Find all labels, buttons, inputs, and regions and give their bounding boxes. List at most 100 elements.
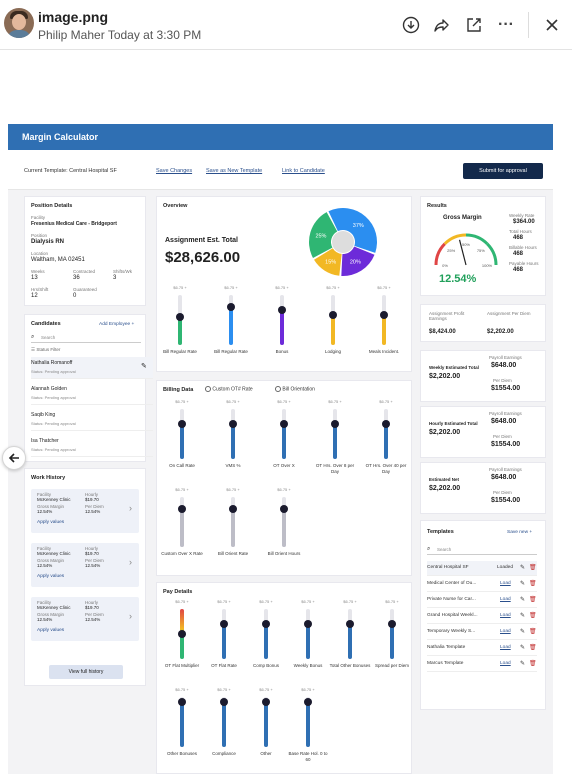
work-history-item[interactable]: Facility McKenney Clinic Hourly $19.70 Gross… (31, 489, 139, 533)
delete-icon[interactable]: 🗑 (529, 580, 537, 587)
chevron-right-icon[interactable]: › (129, 557, 132, 567)
slider-control[interactable]: $6.75 + Bill Orient Rate (218, 487, 248, 567)
slider-handle[interactable] (382, 420, 390, 428)
slider-adjust-label[interactable]: $6.75 + (318, 285, 348, 290)
slider-track[interactable] (304, 609, 312, 659)
previous-image-button[interactable] (2, 446, 26, 470)
slider-handle[interactable] (262, 620, 270, 628)
slider-handle[interactable] (229, 505, 237, 513)
edit-icon[interactable]: ✎ (141, 362, 147, 370)
save-as-new-template-link[interactable]: Save as New Template (206, 168, 262, 174)
share-icon[interactable] (431, 14, 453, 36)
slider-track[interactable] (176, 295, 184, 345)
template-row[interactable]: Nathalia Template Load ✎ 🗑 (427, 641, 537, 656)
slider-control[interactable]: $6.75 + Lodging (318, 285, 348, 365)
edit-icon[interactable]: ✎ (520, 596, 525, 603)
download-icon[interactable] (400, 14, 422, 36)
slider-adjust-label[interactable]: $6.75 + (269, 487, 299, 492)
slider-control[interactable]: $6.75 + Bill Orient Hours (268, 487, 301, 567)
slider-control[interactable]: $6.75 + Custom Over X Rate (161, 487, 203, 567)
slider-adjust-label[interactable]: $6.75 + (216, 285, 246, 290)
slider-track[interactable] (262, 697, 270, 747)
template-search-input[interactable]: ⌕ Search (427, 545, 537, 555)
slider-track[interactable] (220, 697, 228, 747)
slider-control[interactable]: $6.75 + Meals Incident. (369, 285, 399, 365)
slider-track[interactable] (278, 295, 286, 345)
slider-handle[interactable] (304, 698, 312, 706)
more-options-icon[interactable]: ··· (495, 14, 517, 36)
slider-handle[interactable] (278, 306, 286, 314)
slider-adjust-label[interactable]: $6.75 + (251, 599, 281, 604)
candidate-row[interactable]: Isa Thatcher Status: Pending approval (31, 435, 153, 457)
slider-control[interactable]: $6.75 + OT Over X (269, 399, 299, 479)
open-external-icon[interactable] (463, 14, 485, 36)
slider-control[interactable]: $6.75 + Comp Bonus (251, 599, 281, 679)
slider-control[interactable]: $6.75 + Bill Regular Rate (163, 285, 197, 365)
slider-track[interactable] (280, 409, 288, 459)
template-row[interactable]: Marcus Template Load ✎ 🗑 (427, 657, 537, 672)
slider-handle[interactable] (346, 620, 354, 628)
slider-adjust-label[interactable]: $6.75 + (293, 687, 323, 692)
apply-values-link[interactable]: Apply values (37, 628, 64, 633)
slider-adjust-label[interactable]: $6.75 + (335, 599, 365, 604)
slider-track[interactable] (280, 497, 288, 547)
slider-adjust-label[interactable]: $6.75 + (165, 285, 195, 290)
slider-track[interactable] (229, 409, 237, 459)
edit-icon[interactable]: ✎ (520, 612, 525, 619)
slider-track[interactable] (382, 409, 390, 459)
candidate-row[interactable]: Nathalia Romanoff Status: Pending approva… (31, 357, 153, 379)
template-load-link[interactable]: Load (500, 629, 511, 634)
delete-icon[interactable]: 🗑 (529, 564, 537, 571)
slider-handle[interactable] (178, 420, 186, 428)
slider-control[interactable]: $6.75 + Weekly Bonus (293, 599, 323, 679)
template-load-link[interactable]: Load (500, 645, 511, 650)
slider-control[interactable]: $6.75 + Base Rate Hol. 0 to 60 (288, 687, 327, 767)
slider-adjust-label[interactable]: $6.75 + (167, 399, 197, 404)
slider-handle[interactable] (329, 311, 337, 319)
slider-track[interactable] (346, 609, 354, 659)
edit-icon[interactable]: ✎ (520, 564, 525, 571)
slider-control[interactable]: $6.75 + Other (251, 687, 281, 767)
template-load-link[interactable]: Load (500, 581, 511, 586)
chevron-right-icon[interactable]: › (129, 503, 132, 513)
slider-handle[interactable] (178, 630, 186, 638)
template-row[interactable]: Temporary Weekly S... Load ✎ 🗑 (427, 625, 537, 640)
slider-track[interactable] (178, 409, 186, 459)
slider-control[interactable]: $6.75 + Total Other Bonuses (330, 599, 371, 679)
slider-adjust-label[interactable]: $6.75 + (167, 687, 197, 692)
slider-handle[interactable] (380, 311, 388, 319)
slider-adjust-label[interactable]: $6.75 + (209, 687, 239, 692)
slider-adjust-label[interactable]: $6.75 + (369, 285, 399, 290)
candidate-row[interactable]: Saqib King Status: Pending approval (31, 409, 153, 431)
slider-adjust-label[interactable]: $6.75 + (269, 399, 299, 404)
slider-control[interactable]: $6.75 + OT Hrs. Over 8 per Day (316, 399, 354, 479)
slider-adjust-label[interactable]: $6.75 + (209, 599, 239, 604)
apply-values-link[interactable]: Apply values (37, 574, 64, 579)
slider-handle[interactable] (331, 420, 339, 428)
work-history-item[interactable]: Facility McKenney Clinic Hourly $19.70 Gross… (31, 597, 139, 641)
slider-track[interactable] (262, 609, 270, 659)
apply-values-link[interactable]: Apply values (37, 520, 64, 525)
slider-adjust-label[interactable]: $6.75 + (167, 599, 197, 604)
delete-icon[interactable]: 🗑 (529, 628, 537, 635)
slider-control[interactable]: $6.75 + Other Bonuses (167, 687, 197, 767)
slider-handle[interactable] (388, 620, 396, 628)
candidate-row[interactable]: Alannah Golden Status: Pending approval (31, 383, 153, 405)
slider-control[interactable]: $6.75 + On Call Rate (167, 399, 197, 479)
slider-handle[interactable] (280, 420, 288, 428)
slider-track[interactable] (220, 609, 228, 659)
edit-icon[interactable]: ✎ (520, 580, 525, 587)
template-load-link[interactable]: Load (500, 613, 511, 618)
slider-adjust-label[interactable]: $6.75 + (293, 599, 323, 604)
status-filter[interactable]: ☰ Status Filter (31, 347, 60, 353)
delete-icon[interactable]: 🗑 (529, 660, 537, 667)
template-load-link[interactable]: Load (500, 597, 511, 602)
slider-track[interactable] (329, 295, 337, 345)
slider-control[interactable]: $6.75 + Compliance (209, 687, 239, 767)
slider-handle[interactable] (176, 313, 184, 321)
chevron-right-icon[interactable]: › (129, 611, 132, 621)
slider-adjust-label[interactable]: $6.75 + (371, 399, 401, 404)
slider-track[interactable] (178, 697, 186, 747)
slider-track[interactable] (229, 497, 237, 547)
link-to-candidate-link[interactable]: Link to Candidate (282, 168, 325, 174)
